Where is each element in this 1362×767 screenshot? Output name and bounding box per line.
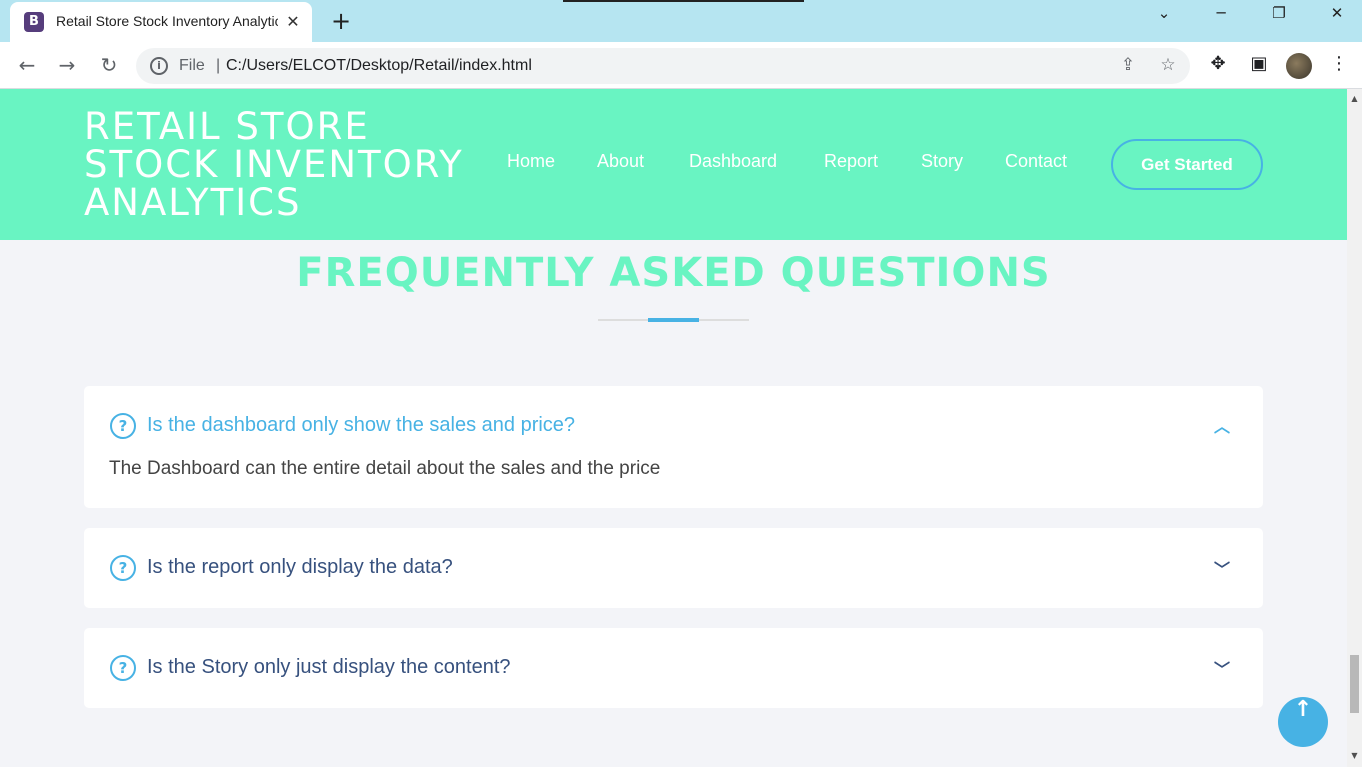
scroll-down-arrow-icon[interactable]: ▼ — [1347, 748, 1362, 763]
arrow-up-icon: ↑ — [1293, 697, 1313, 722]
restore-icon[interactable]: ❐ — [1256, 4, 1302, 34]
scroll-up-arrow-icon[interactable]: ▲ — [1347, 91, 1362, 106]
tab-strip-indicator — [563, 0, 804, 2]
bookmark-star-icon[interactable]: ☆ — [1156, 55, 1180, 79]
question-circle-icon: ? — [110, 555, 136, 581]
bootstrap-favicon-icon: B — [24, 12, 44, 32]
nav-about[interactable]: About — [597, 151, 644, 172]
faq-title: FREQUENTLY ASKED QUESTIONS — [296, 250, 1051, 296]
browser-tab[interactable]: B Retail Store Stock Inventory Analytics… — [10, 2, 312, 42]
nav-report[interactable]: Report — [824, 151, 878, 172]
logo-line-1: RETAIL STORE — [84, 105, 370, 148]
get-started-button[interactable]: Get Started — [1111, 139, 1263, 190]
reload-icon[interactable]: ↻ — [96, 53, 122, 79]
url-text[interactable]: C:/Users/ELCOT/Desktop/Retail/index.html — [226, 57, 532, 75]
logo-line-2: STOCK INVENTORY — [84, 143, 464, 186]
browser-menu-icon[interactable]: ⋮ — [1326, 53, 1352, 79]
faq-item: ? Is the dashboard only show the sales a… — [84, 386, 1263, 508]
nav-contact[interactable]: Contact — [1005, 151, 1067, 172]
faq-question[interactable]: Is the report only display the data? — [147, 556, 453, 579]
question-circle-icon: ? — [110, 655, 136, 681]
nav-home[interactable]: Home — [507, 151, 555, 172]
page-scrollbar[interactable]: ▲ ▼ — [1347, 89, 1362, 767]
site-logo[interactable]: RETAIL STORE STOCK INVENTORY ANALYTICS — [84, 108, 484, 222]
faq-item: ? Is the report only display the data? ﹀ — [84, 528, 1263, 608]
site-header: RETAIL STORE STOCK INVENTORY ANALYTICS H… — [0, 89, 1347, 240]
side-panel-icon[interactable]: ▣ — [1246, 53, 1272, 79]
window-close-icon[interactable]: ✕ — [1314, 4, 1360, 34]
tab-title: Retail Store Stock Inventory Analytics — [56, 13, 278, 29]
url-separator: | — [216, 57, 221, 74]
nav-dashboard[interactable]: Dashboard — [689, 151, 777, 172]
chevron-down-icon[interactable]: ﹀ — [1210, 656, 1234, 680]
share-icon[interactable]: ⇪ — [1116, 55, 1140, 79]
minimize-icon[interactable]: ─ — [1198, 4, 1244, 34]
faq-question[interactable]: Is the Story only just display the conte… — [147, 656, 511, 679]
chevron-up-icon[interactable]: ︿ — [1210, 413, 1234, 437]
forward-icon[interactable]: → — [54, 53, 80, 79]
logo-line-3: ANALYTICS — [84, 181, 302, 224]
nav-story[interactable]: Story — [921, 151, 963, 172]
browser-toolbar: ← → ↻ i File | C:/Users/ELCOT/Desktop/Re… — [0, 42, 1362, 89]
address-bar[interactable]: i File | C:/Users/ELCOT/Desktop/Retail/i… — [136, 48, 1190, 84]
tab-close-icon[interactable]: ✕ — [282, 11, 304, 33]
question-circle-icon: ? — [110, 413, 136, 439]
site-info-icon[interactable]: i — [150, 57, 168, 75]
faq-answer: The Dashboard can the entire detail abou… — [109, 458, 661, 479]
back-icon[interactable]: ← — [14, 53, 40, 79]
scrollbar-thumb[interactable] — [1350, 655, 1359, 713]
profile-avatar[interactable] — [1286, 53, 1312, 79]
faq-question[interactable]: Is the dashboard only show the sales and… — [147, 414, 575, 437]
browser-tab-strip: B Retail Store Stock Inventory Analytics… — [0, 0, 1362, 42]
page-viewport: RETAIL STORE STOCK INVENTORY ANALYTICS H… — [0, 89, 1347, 767]
faq-item: ? Is the Story only just display the con… — [84, 628, 1263, 708]
back-to-top-button[interactable]: ↑ — [1278, 697, 1328, 747]
title-divider-accent — [648, 318, 699, 322]
new-tab-icon[interactable]: + — [328, 8, 354, 34]
chevron-down-icon[interactable]: ﹀ — [1210, 556, 1234, 580]
url-scheme: File — [179, 57, 205, 74]
tab-search-icon[interactable]: ⌄ — [1141, 4, 1187, 34]
extensions-puzzle-icon[interactable]: ✥ — [1205, 53, 1231, 79]
